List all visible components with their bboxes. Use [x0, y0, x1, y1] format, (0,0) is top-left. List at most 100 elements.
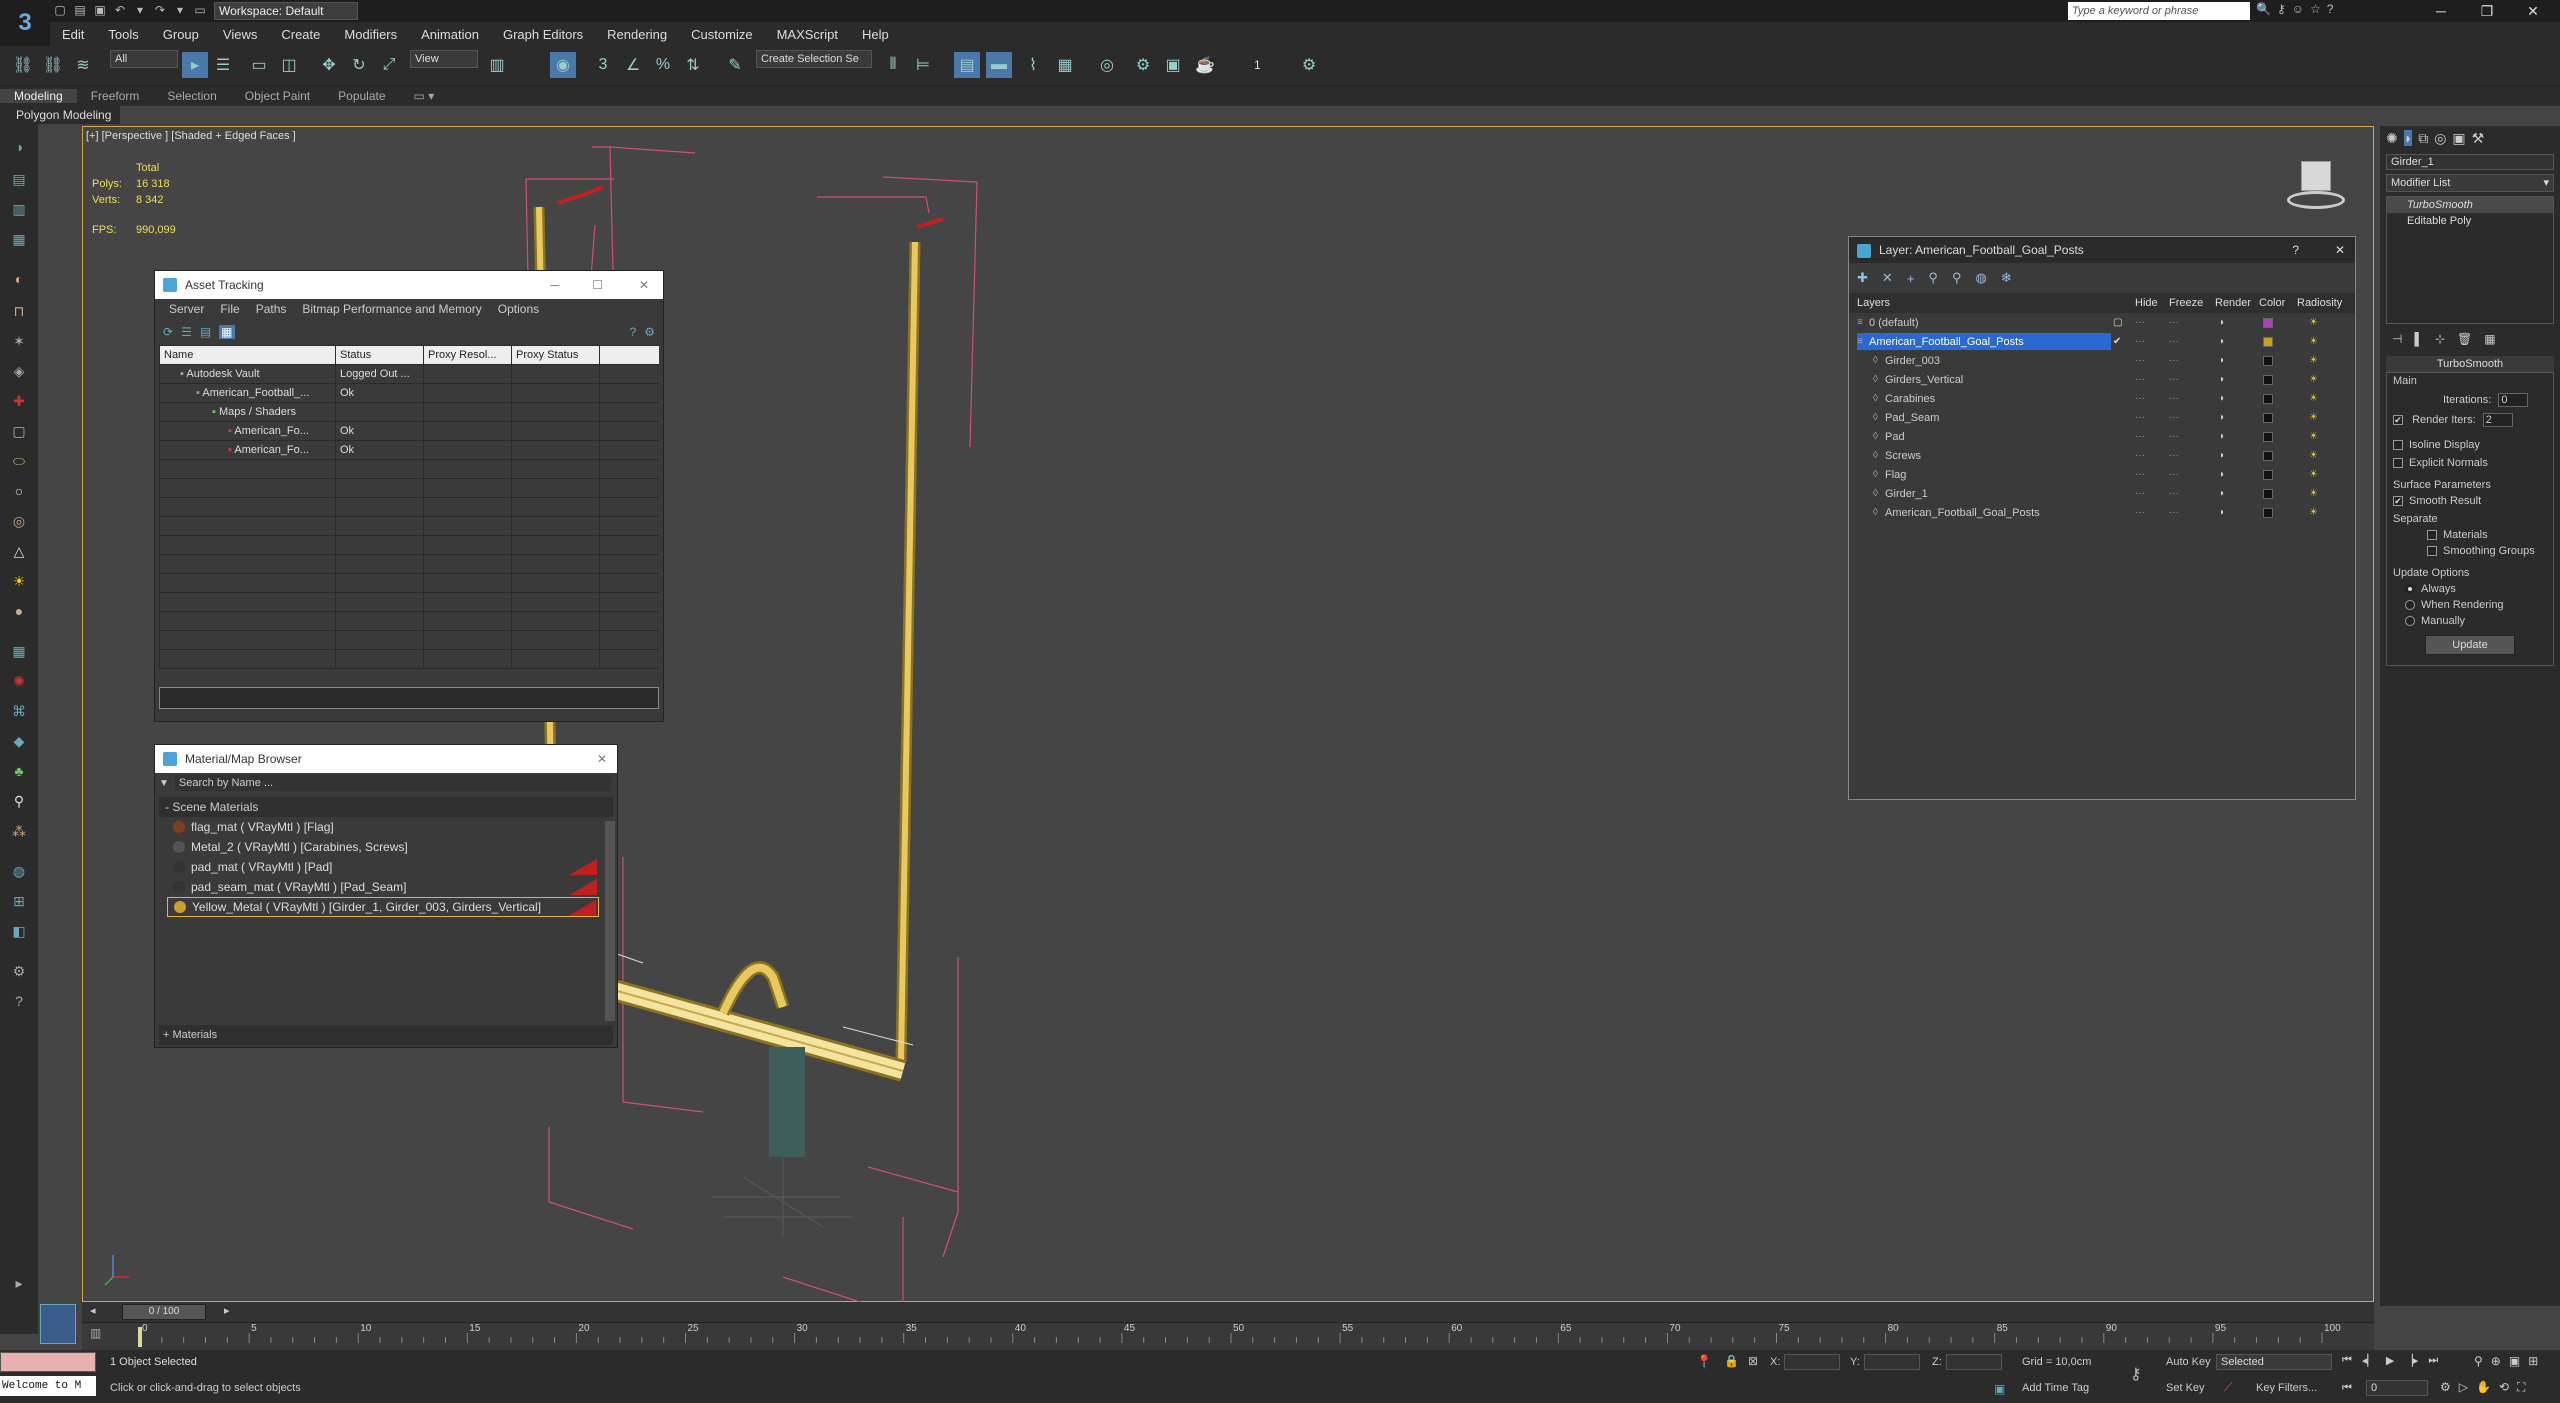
column-status[interactable]: Status [335, 345, 424, 365]
track-bar-toggle-icon[interactable]: ▥ [90, 1326, 101, 1340]
toggle-ribbon-icon[interactable]: ▬ [986, 52, 1012, 78]
pin-stack-icon[interactable]: ⊣ [2392, 332, 2402, 346]
hide-all-icon[interactable]: ◍ [1975, 270, 1986, 286]
materials-group-header[interactable]: + Materials [159, 1025, 613, 1045]
table-row[interactable]: ▪ Autodesk Vault Logged Out ... [159, 364, 659, 384]
menu-edit[interactable]: Edit [50, 27, 96, 42]
camera-filter-icon[interactable]: ◈ [8, 360, 30, 382]
list-item[interactable]: pad_mat ( VRayMtl ) [Pad] [167, 857, 599, 877]
hide-toggle[interactable]: ··· [2135, 336, 2145, 347]
menu-tools[interactable]: Tools [96, 27, 150, 42]
unlink-icon[interactable]: ⛓ [40, 52, 66, 78]
material-list-scrollbar[interactable] [605, 821, 615, 1021]
render-teapot-icon[interactable]: ◗ [2219, 412, 2225, 423]
system-icon[interactable]: ◆ [8, 730, 30, 752]
table-row[interactable]: ▪ American_Fo... Ok [159, 421, 659, 441]
layer-color-swatch[interactable] [2263, 412, 2273, 423]
scene-explorer-icon[interactable]: ◑ [8, 136, 30, 158]
expand-icon[interactable]: ▸ [8, 1272, 30, 1294]
always-radio[interactable] [2405, 584, 2415, 595]
y-coordinate-field[interactable] [1864, 1354, 1920, 1370]
new-icon[interactable]: ▢ [52, 2, 68, 18]
geometry-filter-icon[interactable]: ◐ [8, 268, 30, 290]
bind-spacewarp-icon[interactable]: ≋ [70, 52, 96, 78]
radiosity-icon[interactable]: ☀ [2309, 431, 2318, 442]
highlight-layer-icon[interactable]: ⚲ [1952, 270, 1962, 286]
app-logo-icon[interactable]: 3 [0, 0, 50, 46]
help-icon[interactable]: ? [2327, 2, 2334, 16]
radiosity-icon[interactable]: ☀ [2309, 374, 2318, 385]
hide-toggle[interactable]: ··· [2135, 412, 2145, 423]
layer-row[interactable]: ◊ Flag ··· ··· ◗ ☀ [1849, 465, 2355, 484]
layer-explorer-icon[interactable]: ▤ [954, 52, 980, 78]
selection-filter-dropdown[interactable]: All [110, 50, 178, 68]
sphere-icon[interactable]: ○ [8, 480, 30, 502]
column-name[interactable]: Name [159, 345, 336, 365]
z-coordinate-field[interactable] [1946, 1354, 2002, 1370]
freeze-toggle[interactable]: ··· [2169, 412, 2179, 423]
table-row[interactable]: ▪ American_Fo... Ok [159, 440, 659, 460]
radiosity-icon[interactable]: ☀ [2309, 355, 2318, 366]
close-icon[interactable]: ✕ [2510, 0, 2556, 22]
freeze-toggle[interactable]: ··· [2169, 507, 2179, 518]
lock-selection-icon[interactable]: 🔒 [1724, 1354, 1739, 1368]
modifier-list-dropdown[interactable]: Modifier List ▾ [2386, 174, 2554, 192]
show-end-result-icon[interactable]: ▌ [2414, 332, 2423, 346]
time-tag-icon[interactable]: ▣ [1994, 1382, 2005, 1396]
go-to-start-icon[interactable]: ⏮ [2342, 1354, 2352, 1367]
modify-tab-icon[interactable]: ◗ [2403, 130, 2413, 146]
save-icon[interactable]: ▣ [92, 2, 108, 18]
freeze-toggle[interactable]: ··· [2169, 469, 2179, 480]
layer-row[interactable]: ◊ Girders_Vertical ··· ··· ◗ ☀ [1849, 370, 2355, 389]
layer-row[interactable]: ◊ Pad_Seam ··· ··· ◗ ☀ [1849, 408, 2355, 427]
prev-frame-icon[interactable]: ◂ [90, 1304, 96, 1317]
space-warp-icon[interactable]: ⌘ [8, 700, 30, 722]
list-view-icon[interactable]: ☰ [181, 325, 192, 339]
helper-filter-icon[interactable]: ✚ [8, 390, 30, 412]
search-input[interactable]: Type a keyword or phrase [2068, 2, 2250, 20]
star-icon[interactable]: ☆ [2310, 2, 2321, 16]
list-item-selected[interactable]: Yellow_Metal ( VRayMtl ) [Girder_1, Gird… [167, 897, 599, 917]
hierarchy-icon[interactable]: ▦ [8, 228, 30, 250]
radiosity-icon[interactable]: ☀ [2309, 412, 2318, 423]
tree-view-icon[interactable]: ▤ [200, 325, 211, 339]
tab-modeling[interactable]: Modeling [0, 89, 77, 103]
vray-icon[interactable]: ⚙ [1296, 52, 1322, 78]
x-coordinate-field[interactable] [1784, 1354, 1840, 1370]
zoom-extents-icon[interactable]: ▣ [2509, 1354, 2520, 1368]
time-config-icon[interactable]: ⚙ [2440, 1380, 2451, 1395]
key-mode-toggle-icon[interactable]: ⏮ [2342, 1382, 2352, 1395]
zoom-extents-all-icon[interactable]: ⊞ [2528, 1354, 2538, 1368]
zoom-all-icon[interactable]: ⊕ [2491, 1354, 2501, 1368]
snaps-toggle-icon[interactable]: 3 [590, 52, 616, 78]
tab-selection[interactable]: Selection [153, 89, 230, 103]
column-proxy-status[interactable]: Proxy Status [511, 345, 600, 365]
isoline-checkbox[interactable] [2393, 440, 2403, 451]
render-teapot-icon[interactable]: ◗ [2219, 393, 2225, 404]
layer-row-selected[interactable]: ≡ American_Football_Goal_Posts ✔ ··· ··· ◗ ☀ [1849, 332, 2355, 351]
time-slider[interactable]: 0 / 100 ◂ ▸ [82, 1302, 2374, 1322]
render-teapot-icon[interactable]: ◗ [2219, 431, 2225, 442]
menu-create[interactable]: Create [269, 27, 332, 42]
motion-tab-icon[interactable]: ◎ [2434, 130, 2446, 147]
menu-customize[interactable]: Customize [679, 27, 764, 42]
rotate-icon[interactable]: ↻ [346, 52, 372, 78]
workspace-dropdown[interactable]: Workspace: Default [214, 2, 358, 20]
key-icon[interactable]: ⚷ [2277, 2, 2286, 16]
turbosmooth-rollout-header[interactable]: TurboSmooth [2386, 356, 2554, 372]
maximize-icon[interactable]: ☐ [592, 278, 603, 292]
menu-group[interactable]: Group [151, 27, 211, 42]
hide-toggle[interactable]: ··· [2135, 431, 2145, 442]
minimize-icon[interactable]: ─ [2418, 0, 2464, 22]
layer-color-swatch[interactable] [2263, 317, 2273, 328]
freeze-toggle[interactable]: ··· [2169, 488, 2179, 499]
schematic-view-icon[interactable]: ▦ [1052, 52, 1078, 78]
move-icon[interactable]: ✥ [316, 52, 342, 78]
shape-filter-icon[interactable]: ⊓ [8, 300, 30, 322]
menu-help[interactable]: Help [850, 27, 901, 42]
maxscript-input[interactable]: Welcome to M [0, 1376, 96, 1396]
hide-toggle[interactable]: ··· [2135, 469, 2145, 480]
display-tab-icon[interactable]: ▣ [2452, 130, 2465, 147]
hide-toggle[interactable]: ··· [2135, 450, 2145, 461]
tab-populate[interactable]: Populate [324, 89, 399, 103]
